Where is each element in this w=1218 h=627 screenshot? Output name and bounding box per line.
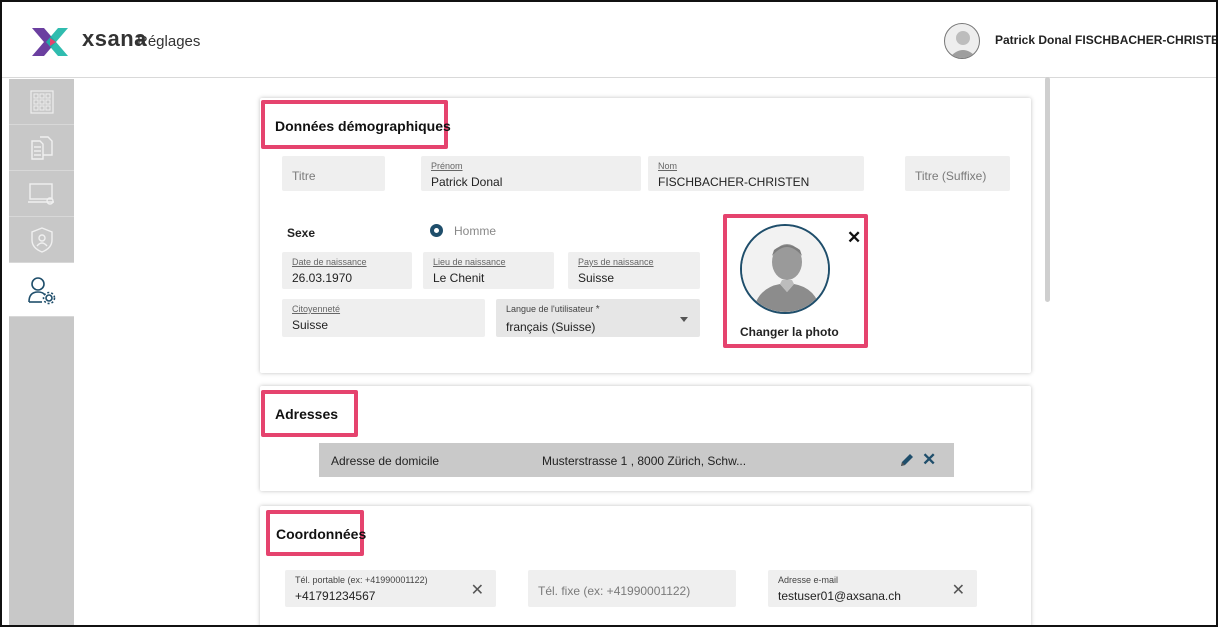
avatar-icon [949, 31, 977, 58]
address-row[interactable]: Adresse de domicile Musterstrasse 1 , 80… [319, 443, 954, 477]
user-name[interactable]: Patrick Donal FISCHBACHER-CHRISTEN [995, 33, 1216, 47]
title-field[interactable]: Titre [282, 156, 385, 191]
address-type: Adresse de domicile [331, 454, 440, 468]
gender-radio-male[interactable] [430, 224, 443, 237]
citizenship-label: Citoyenneté [292, 304, 341, 314]
remove-photo-close-icon[interactable]: ✕ [847, 228, 861, 248]
clear-mobile-close-icon[interactable]: ✕ [471, 580, 484, 600]
last-name-value: FISCHBACHER-CHRISTEN [658, 175, 810, 189]
landline-phone-field[interactable]: Tél. fixe (ex: +41990001122) [528, 570, 736, 607]
computer-settings-icon [27, 182, 54, 205]
security-shield-icon [30, 226, 53, 253]
birth-country-label: Pays de naissance [578, 257, 654, 267]
mobile-phone-value: +41791234567 [295, 589, 376, 603]
last-name-field[interactable]: Nom FISCHBACHER-CHRISTEN [648, 156, 864, 191]
birthplace-label: Lieu de naissance [433, 257, 506, 267]
language-label: Langue de l'utilisateur * [506, 304, 600, 315]
clear-email-close-icon[interactable]: ✕ [952, 580, 965, 600]
gender-option-label: Homme [454, 224, 497, 238]
email-value: testuser01@axsana.ch [778, 589, 901, 603]
address-value: Musterstrasse 1 , 8000 Zürich, Schw... [542, 454, 747, 468]
sidebar-item-user-settings[interactable] [9, 263, 74, 317]
addresses-title: Adresses [275, 406, 339, 422]
edit-pencil-icon[interactable] [898, 451, 916, 469]
email-field[interactable]: Adresse e-mail testuser01@axsana.ch ✕ [768, 570, 977, 607]
birth-date-field[interactable]: Date de naissance 26.03.1970 [282, 252, 412, 289]
email-label: Adresse e-mail [778, 575, 839, 585]
chevron-down-icon [680, 317, 688, 322]
language-select[interactable]: Langue de l'utilisateur * français (Suis… [496, 299, 700, 337]
birth-country-field[interactable]: Pays de naissance Suisse [568, 252, 700, 289]
gender-label: Sexe [287, 226, 316, 240]
app-window: xsana Réglages Patrick Donal FISCHBACHER… [0, 0, 1218, 627]
delete-address-close-icon[interactable]: ✕ [922, 450, 936, 470]
user-avatar[interactable] [944, 23, 980, 59]
mobile-phone-field[interactable]: Tél. portable (ex: +41990001122) +417912… [285, 570, 496, 607]
scrollbar[interactable] [1045, 77, 1050, 302]
contacts-card [260, 506, 1031, 625]
user-settings-icon [27, 276, 55, 304]
landline-placeholder: Tél. fixe (ex: +41990001122) [538, 584, 691, 598]
last-name-label: Nom [658, 161, 678, 171]
birth-date-value: 26.03.1970 [292, 271, 353, 285]
birth-date-label: Date de naissance [292, 257, 367, 267]
grid-icon [29, 89, 54, 114]
suffix-field[interactable]: Titre (Suffixe) [905, 156, 1010, 191]
citizenship-field[interactable]: Citoyenneté Suisse [282, 299, 485, 337]
sidebar [9, 79, 74, 625]
birth-country-value: Suisse [578, 271, 615, 285]
demographics-title: Données démographiques [275, 118, 451, 134]
documents-icon [30, 135, 53, 160]
sidebar-item-grid[interactable] [9, 79, 74, 125]
sidebar-item-computer[interactable] [9, 171, 74, 217]
title-placeholder: Titre [292, 169, 316, 183]
sidebar-item-security[interactable] [9, 217, 74, 263]
sidebar-item-documents[interactable] [9, 125, 74, 171]
person-silhouette-icon [742, 226, 828, 312]
first-name-field[interactable]: Prénom Patrick Donal [421, 156, 641, 191]
language-value: français (Suisse) [506, 320, 596, 334]
mobile-phone-label: Tél. portable (ex: +41990001122) [295, 575, 428, 585]
citizenship-value: Suisse [292, 318, 329, 332]
birthplace-value: Le Chenit [433, 271, 485, 285]
xsana-logo-icon [32, 28, 68, 56]
profile-photo[interactable] [740, 224, 830, 314]
change-photo-button[interactable]: Changer la photo [740, 325, 839, 339]
first-name-label: Prénom [431, 161, 463, 171]
contacts-title: Coordonnées [276, 526, 367, 542]
top-header: xsana Réglages Patrick Donal FISCHBACHER… [2, 2, 1216, 78]
birthplace-field[interactable]: Lieu de naissance Le Chenit [423, 252, 554, 289]
first-name-value: Patrick Donal [431, 175, 503, 189]
suffix-placeholder: Titre (Suffixe) [915, 169, 987, 183]
page-title: Réglages [137, 33, 201, 50]
